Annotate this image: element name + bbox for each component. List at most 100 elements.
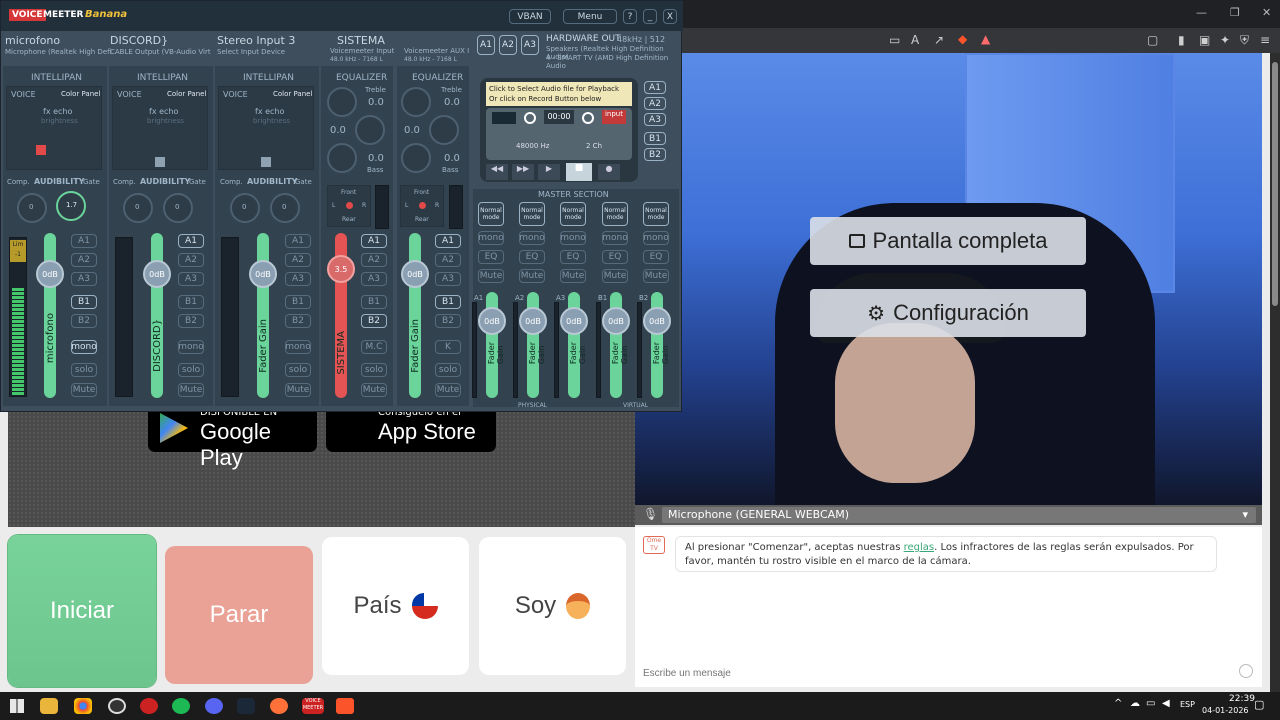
settings-button[interactable]: ⚙ Configuración [810, 289, 1086, 337]
close-window-icon[interactable]: ✕ [1262, 6, 1271, 19]
google-play-badge[interactable]: DISPONIBLE EN Google Play [148, 405, 317, 470]
intellipan-pad-2[interactable]: VOICE Color Panel fx echo brightness [112, 86, 208, 170]
scrollbar-thumb[interactable] [1272, 62, 1278, 306]
vban-button[interactable]: VBAN [509, 9, 551, 24]
fader-track-v2[interactable] [409, 233, 421, 398]
emoji-icon[interactable] [1239, 664, 1253, 678]
fader-knob-v1[interactable]: 3.5 [327, 255, 355, 283]
wallet-icon[interactable]: ▣ [1199, 33, 1210, 47]
clock-date[interactable]: 04-01-2026 [1202, 706, 1249, 715]
eq-knob-2c[interactable] [401, 143, 431, 173]
v2-mute-button[interactable]: Mute [435, 383, 461, 397]
intellipan-pad-3[interactable]: VOICE Color Panel fx echo brightness [218, 86, 314, 170]
v1-a2-button[interactable]: A2 [361, 253, 387, 267]
intellipan-pad-1[interactable]: VOICE Color Panel fx echo brightness [6, 86, 102, 170]
in3-b2-button[interactable]: B2 [285, 314, 311, 328]
in3-b1-button[interactable]: B1 [285, 295, 311, 309]
restore-window-icon[interactable]: ❐ [1230, 6, 1240, 19]
comp-knob-3[interactable]: 0 [230, 193, 260, 223]
steam-icon[interactable] [237, 698, 255, 714]
gender-button[interactable]: Soy [479, 537, 626, 675]
brave-shields-icon[interactable]: ◆ [958, 32, 967, 46]
rewind-icon[interactable]: ◀◀ [486, 164, 508, 180]
fullscreen-button[interactable]: Pantalla completa [810, 217, 1086, 265]
pan-cursor-3[interactable] [261, 157, 271, 167]
in1-a1-button[interactable]: A1 [71, 234, 97, 248]
input2-device[interactable]: CABLE Output (VB-Audio Virt [110, 48, 211, 56]
v1-b1-button[interactable]: B1 [361, 295, 387, 309]
fader-knob-1[interactable]: 0dB [36, 260, 64, 288]
bookmark-icon[interactable]: ▢ [1147, 33, 1158, 47]
master-mute-button[interactable]: Mute [519, 269, 545, 283]
in1-mono-button[interactable]: mono [71, 340, 97, 354]
surround-pad-2[interactable]: Front L R Rear [400, 185, 444, 227]
in1-a2-button[interactable]: A2 [71, 253, 97, 267]
v1-solo-button[interactable]: solo [361, 363, 387, 377]
country-button[interactable]: País [322, 537, 469, 675]
app-store-badge[interactable]: Consíguelo en el App Store [326, 405, 496, 452]
eq-knob-1b[interactable] [355, 115, 385, 145]
rec-a3-button[interactable]: A3 [644, 113, 666, 126]
master-normal-mode-button[interactable]: Normal mode [643, 202, 669, 226]
rec-b1-button[interactable]: B1 [644, 132, 666, 145]
in2-solo-button[interactable]: solo [178, 363, 204, 377]
master-mute-button[interactable]: Mute [602, 269, 628, 283]
input1-name[interactable]: microfono [5, 34, 60, 47]
fader-knob-v2[interactable]: 0dB [401, 260, 429, 288]
clock-time[interactable]: 22:39 [1229, 694, 1255, 704]
eq-knob-1a[interactable] [327, 87, 357, 117]
v2-k-button[interactable]: K [435, 340, 461, 354]
language-indicator[interactable]: ESP [1180, 700, 1195, 709]
rec-a2-button[interactable]: A2 [644, 97, 666, 110]
stop-icon[interactable]: ■ [566, 163, 592, 181]
vpn-icon[interactable]: ⛨ [1240, 33, 1249, 48]
hw-a3-button[interactable]: A3 [521, 35, 539, 55]
pan-cursor-2[interactable] [155, 157, 165, 167]
gate-knob-2[interactable]: 0 [163, 193, 193, 223]
surround-cursor-2[interactable] [419, 202, 426, 209]
fader-knob-2[interactable]: 0dB [143, 260, 171, 288]
master-fader-knob[interactable]: 0dB [519, 307, 547, 335]
in1-solo-button[interactable]: solo [71, 363, 97, 377]
hw-a2-button[interactable]: A2 [499, 35, 517, 55]
in3-a1-button[interactable]: A1 [285, 234, 311, 248]
comp-knob-1[interactable]: 0 [17, 193, 47, 223]
share-icon[interactable]: ↗ [934, 33, 944, 47]
record-icon[interactable]: ● [598, 164, 620, 180]
v1-mute-button[interactable]: Mute [361, 383, 387, 397]
master-mono-button[interactable]: mono [643, 231, 669, 245]
v2-b2-button[interactable]: B2 [435, 314, 461, 328]
v1-b2-button[interactable]: B2 [361, 314, 387, 328]
input2-name[interactable]: DISCORD} [110, 34, 168, 47]
eq-knob-2b[interactable] [429, 115, 459, 145]
sidebar-icon[interactable]: ▮ [1178, 33, 1185, 47]
in2-b2-button[interactable]: B2 [178, 314, 204, 328]
master-mono-button[interactable]: mono [602, 231, 628, 245]
gate-knob-3[interactable]: 0 [270, 193, 300, 223]
brave-icon[interactable] [336, 698, 354, 714]
v1-mc-button[interactable]: M.C [361, 340, 387, 354]
tray-chevron-icon[interactable]: ^ [1114, 698, 1122, 709]
in1-a3-button[interactable]: A3 [71, 272, 97, 286]
master-fader-knob[interactable]: 0dB [643, 307, 671, 335]
master-normal-mode-button[interactable]: Normal mode [560, 202, 586, 226]
master-mono-button[interactable]: mono [478, 231, 504, 245]
master-normal-mode-button[interactable]: Normal mode [478, 202, 504, 226]
firefox-icon[interactable] [270, 698, 288, 714]
surround-pad-1[interactable]: Front L R Rear [327, 185, 371, 227]
input3-device[interactable]: Select Input Device [217, 48, 285, 56]
in3-mono-button[interactable]: mono [285, 340, 311, 354]
limiter-indicator[interactable]: Lim -1 [10, 240, 26, 262]
fader-track-3[interactable] [257, 233, 269, 398]
translate-icon[interactable]: A [911, 33, 919, 47]
spotify-icon[interactable] [172, 698, 190, 714]
master-mono-button[interactable]: mono [519, 231, 545, 245]
v2-a3-button[interactable]: A3 [435, 272, 461, 286]
v1-a1-button[interactable]: A1 [361, 234, 387, 248]
v2-b1-button[interactable]: B1 [435, 295, 461, 309]
chrome-icon[interactable] [74, 698, 92, 714]
master-mute-button[interactable]: Mute [560, 269, 586, 283]
in1-mute-button[interactable]: Mute [71, 383, 97, 397]
master-eq-button[interactable]: EQ [602, 250, 628, 264]
input1-device[interactable]: Microphone (Realtek High Defi [5, 48, 112, 56]
